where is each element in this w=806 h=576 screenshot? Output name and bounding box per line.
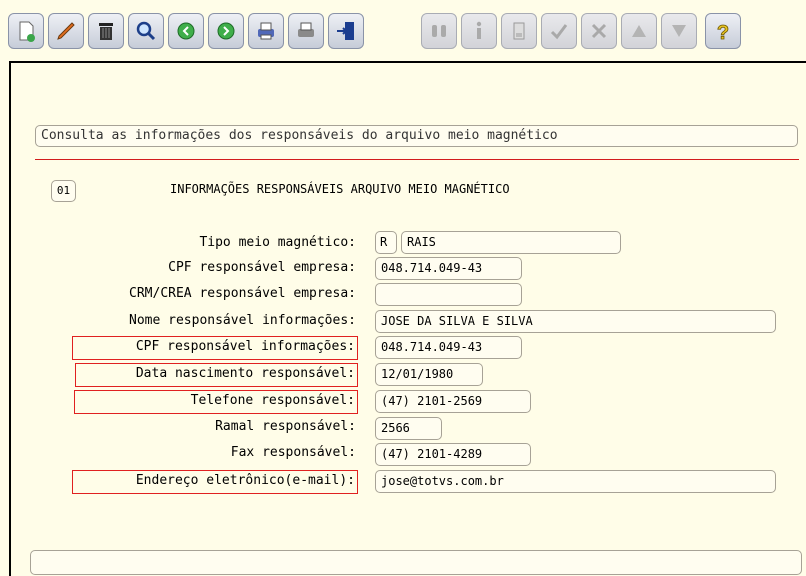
triangle-down-icon	[672, 25, 686, 37]
arrow-left-icon	[177, 22, 195, 40]
tipo-meio-code-field[interactable]: R	[375, 231, 397, 254]
status-bar	[30, 550, 802, 575]
new-button[interactable]	[8, 13, 44, 49]
last-button[interactable]	[661, 13, 697, 49]
cpf-informacoes-label: CPF responsável informações:	[72, 336, 358, 360]
exit-button[interactable]	[328, 13, 364, 49]
question-mark-icon: ?	[716, 22, 729, 44]
help-button[interactable]: ?	[705, 13, 741, 49]
exit-door-icon	[337, 22, 354, 40]
print-button[interactable]	[248, 13, 284, 49]
pencil-icon	[57, 22, 75, 40]
tipo-meio-label: Tipo meio magnético:	[199, 235, 356, 250]
data-nascimento-label: Data nascimento responsável:	[75, 363, 358, 387]
form-panel: Consulta as informações dos responsáveis…	[9, 61, 806, 576]
info-button[interactable]	[461, 13, 497, 49]
previous-button[interactable]	[168, 13, 204, 49]
list-button[interactable]	[288, 13, 324, 49]
email-label: Endereço eletrônico(e-mail):	[72, 470, 358, 494]
tipo-meio-description-field[interactable]: RAIS	[401, 231, 621, 254]
first-button[interactable]	[621, 13, 657, 49]
info-icon	[476, 21, 482, 39]
fax-label: Fax responsável:	[230, 445, 356, 460]
edit-button[interactable]	[48, 13, 84, 49]
separator-line	[35, 159, 799, 160]
telefone-label: Telefone responsável:	[74, 390, 358, 414]
sequence-field: 01	[51, 180, 76, 202]
crm-crea-label: CRM/CREA responsável empresa:	[129, 286, 356, 301]
binoculars-button[interactable]	[421, 13, 457, 49]
cancel-button[interactable]	[581, 13, 617, 49]
data-nascimento-field[interactable]: 12/01/1980	[375, 363, 483, 386]
calculator-icon	[513, 22, 525, 40]
binoculars-icon	[432, 25, 446, 37]
cancel-tools-icon	[591, 23, 607, 39]
cpf-empresa-field[interactable]: 048.714.049-43	[375, 257, 522, 280]
svg-text:?: ?	[717, 22, 729, 44]
ramal-label: Ramal responsável:	[215, 419, 356, 434]
list-print-icon	[298, 22, 314, 37]
ramal-field[interactable]: 2566	[375, 417, 442, 440]
program-description-field: Consulta as informações dos responsáveis…	[35, 125, 798, 147]
calculator-button[interactable]	[501, 13, 537, 49]
delete-button[interactable]	[88, 13, 124, 49]
toolbar: ?	[0, 0, 806, 60]
new-document-icon	[19, 21, 35, 42]
next-button[interactable]	[208, 13, 244, 49]
arrow-right-icon	[217, 22, 235, 40]
search-button[interactable]	[128, 13, 164, 49]
section-title: INFORMAÇÕES RESPONSÁVEIS ARQUIVO MEIO MA…	[170, 182, 510, 196]
email-field[interactable]: jose@totvs.com.br	[375, 470, 776, 493]
cpf-informacoes-field[interactable]: 048.714.049-43	[375, 336, 522, 359]
triangle-up-icon	[632, 25, 646, 37]
confirm-button[interactable]	[541, 13, 577, 49]
printer-icon	[258, 22, 274, 40]
magnifier-icon	[136, 21, 156, 41]
telefone-field[interactable]: (47) 2101-2569	[375, 390, 531, 413]
cpf-empresa-label: CPF responsável empresa:	[168, 260, 356, 275]
trash-icon	[99, 23, 113, 40]
nome-responsavel-label: Nome responsável informações:	[129, 313, 356, 328]
checkmark-icon	[550, 24, 568, 40]
crm-crea-field[interactable]	[375, 283, 522, 306]
fax-field[interactable]: (47) 2101-4289	[375, 443, 531, 466]
nome-responsavel-field[interactable]: JOSE DA SILVA E SILVA	[375, 310, 776, 333]
